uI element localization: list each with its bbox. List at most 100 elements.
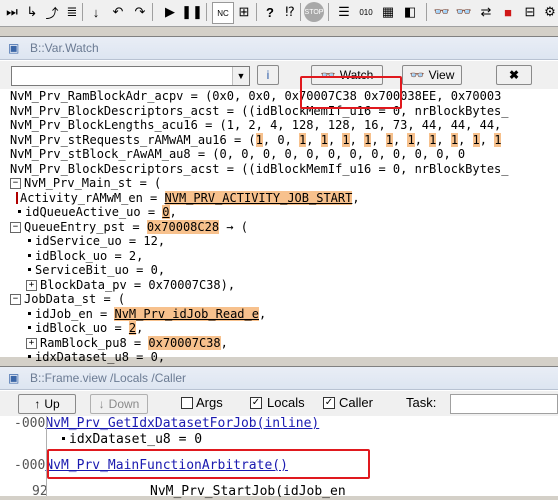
separator: , xyxy=(306,132,321,147)
watch-line[interactable]: NvM_Prv_BlockLengths_acu16 = (1, 2, 4, 1… xyxy=(10,118,558,133)
watch-line[interactable]: + BlockData_pv = 0x70007C38), xyxy=(10,278,558,293)
member-name: JobData_st = ( xyxy=(24,292,126,306)
collapse-toggle[interactable]: − xyxy=(10,178,21,189)
watch-expr: NvM_Prv_RamBlockAdr_acpv = (0x0, 0x0, xyxy=(10,89,285,103)
args-label: Args xyxy=(196,395,223,410)
watch-line[interactable]: NvM_Prv_BlockDescriptors_acst = ((idBloc… xyxy=(10,104,558,119)
annotation-box xyxy=(300,76,402,109)
list-icon[interactable]: ☰ xyxy=(334,2,354,22)
watch-line[interactable]: idQueueActive_uo = 0, xyxy=(10,205,558,220)
go-icon[interactable]: ▶ xyxy=(160,2,180,22)
watch-line[interactable]: Activity_rAMwM_en = NVM_PRV_ACTIVITY_JOB… xyxy=(10,190,558,206)
separator: , xyxy=(371,132,386,147)
glasses-icon: 👓 xyxy=(409,68,425,82)
watch-line[interactable]: − JobData_st = ( xyxy=(10,292,558,307)
frame-row[interactable]: 92 NvM_Prv_StartJob(idJob_en xyxy=(0,484,558,500)
tree-dot xyxy=(18,210,21,213)
member-name: RamBlock_pu8 = xyxy=(40,335,149,350)
expand-toggle[interactable]: + xyxy=(26,279,37,291)
chip-icon[interactable]: ⊞ xyxy=(234,2,254,22)
info-button[interactable]: i xyxy=(257,65,279,85)
task-input[interactable] xyxy=(450,394,558,414)
collapse-toggle[interactable]: − xyxy=(10,294,21,305)
nocache-icon[interactable]: NC xyxy=(212,2,234,24)
watch-line[interactable]: − NvM_Prv_Main_st = ( xyxy=(10,176,558,191)
frame-row[interactable]: -000NvM_Prv_GetIdxDatasetForJob(inline) xyxy=(0,416,558,432)
step-into-icon[interactable]: ⏭ xyxy=(2,2,22,22)
locals-checkbox[interactable]: ✓ xyxy=(250,397,262,409)
view-glasses-icon[interactable]: 👓 xyxy=(454,2,474,22)
watch-expr: NvM_Prv_Main_st = ( xyxy=(24,176,162,190)
watch-line[interactable]: idBlock_uo = 2, xyxy=(10,249,558,264)
frame-row[interactable]: idxDataset_u8 = 0 xyxy=(0,432,558,448)
frame-level: -000 xyxy=(14,458,46,473)
stop-icon[interactable]: STOP xyxy=(304,2,324,22)
chevron-down-icon[interactable]: ▼ xyxy=(232,67,249,85)
delete-button[interactable]: ✖ xyxy=(496,65,532,85)
watch-expr: NvM_Prv_BlockLengths_acu16 = (1, 2, 4, 1… xyxy=(10,118,502,132)
caller-checkbox[interactable]: ✓ xyxy=(323,397,335,409)
expression-combobox[interactable]: ▼ xyxy=(11,66,250,86)
watch-line[interactable]: NvM_Prv_RamBlockAdr_acpv = (0x0, 0x0, 0x… xyxy=(10,89,558,104)
register-icon[interactable]: 010 xyxy=(356,2,376,22)
member-name: ServiceBit_uo = 0, xyxy=(35,263,166,277)
separator xyxy=(300,3,301,21)
break-icon[interactable]: ❚❚ xyxy=(181,2,203,22)
down-button[interactable]: ↓ Down xyxy=(90,394,148,414)
watch-line[interactable]: NvM_Prv_BlockDescriptors_acst = ((idBloc… xyxy=(10,162,558,177)
frame-function: NvM_Prv_GetIdxDatasetForJob(inline) xyxy=(45,416,320,431)
up-button[interactable]: ↑ Up xyxy=(18,394,76,414)
member-value: NVM_PRV_ACTIVITY_JOB_START xyxy=(164,190,353,205)
request-value: 1 xyxy=(320,132,328,147)
caller-label: Caller xyxy=(339,395,373,410)
up-icon[interactable]: ↷ xyxy=(130,2,150,22)
source-line: NvM_Prv_StartJob(idJob_en xyxy=(150,484,346,499)
watch-glasses-icon[interactable]: 👓 xyxy=(432,2,452,22)
member-value: NvM_Prv_idJob_Read_e xyxy=(114,306,259,321)
step-up-icon[interactable]: ⤴ xyxy=(42,2,62,22)
context-help-icon[interactable]: ⁉ xyxy=(280,2,300,22)
watch-line[interactable]: idxDataset_u8 = 0, xyxy=(10,350,558,365)
separator: , xyxy=(262,132,278,147)
step-over-icon[interactable]: ↳ xyxy=(22,2,42,22)
watch-line[interactable]: idJob_en = NvM_Prv_idJob_Read_e, xyxy=(10,306,558,322)
watch-line[interactable]: idBlock_uo = 2, xyxy=(10,321,558,336)
expand-toggle[interactable]: + xyxy=(26,337,37,349)
watch-list: NvM_Prv_RamBlockAdr_acpv = (0x0, 0x0, 0x… xyxy=(10,89,558,365)
tree-dot xyxy=(28,253,31,257)
member-name: idBlock_uo = 2, xyxy=(35,248,144,263)
separator xyxy=(206,3,207,21)
watch-line[interactable]: + RamBlock_pu8 = 0x70007C38, xyxy=(10,335,558,351)
request-value: 1 xyxy=(472,132,480,147)
collapse-toggle[interactable]: − xyxy=(10,221,21,233)
var-icon[interactable]: ◧ xyxy=(400,2,420,22)
watch-line[interactable]: ServiceBit_uo = 0, xyxy=(10,263,558,278)
mode-icon[interactable]: ≣ xyxy=(62,2,82,22)
watch-line[interactable]: NvM_Prv_stRequests_rAMwAM_au16 = (1, 0, … xyxy=(10,132,558,148)
separator: , xyxy=(414,132,430,147)
frame-icon[interactable]: ⇄ xyxy=(476,2,496,22)
watch-line[interactable]: idService_uo = 12, xyxy=(10,234,558,249)
watch-line[interactable]: NvM_Prv_stBlock_rAwAM_au8 = (0, 0, 0, 0,… xyxy=(10,147,558,162)
separator: , xyxy=(393,132,408,147)
return-icon[interactable]: ↶ xyxy=(108,2,128,22)
view-button[interactable]: 👓 View xyxy=(402,65,462,85)
memory-icon[interactable]: ▦ xyxy=(378,2,398,22)
tree-dot xyxy=(28,311,31,315)
request-value: 1 xyxy=(450,132,459,147)
cube-icon[interactable]: ■ xyxy=(498,2,518,22)
up-arrow-icon: ↑ xyxy=(34,397,41,411)
member-name: idQueueActive_uo = xyxy=(25,205,163,219)
frame-level: -000 xyxy=(14,416,46,431)
info-icon: i xyxy=(266,68,270,82)
task-label: Task: xyxy=(406,395,437,410)
var-watch-title: B::Var.Watch xyxy=(30,41,99,55)
task-icon[interactable]: ⊟ xyxy=(520,2,540,22)
down-arrow-icon[interactable]: ↓ xyxy=(86,2,106,22)
help-icon[interactable]: ? xyxy=(260,2,280,22)
args-checkbox[interactable] xyxy=(181,397,193,409)
watch-line[interactable]: − QueueEntry_pst = 0x70008C28 → ( xyxy=(10,219,558,235)
config-icon[interactable]: ⚙ xyxy=(540,2,558,22)
frame-local: idxDataset_u8 = 0 xyxy=(69,432,203,447)
member-value: 0 xyxy=(162,205,170,219)
